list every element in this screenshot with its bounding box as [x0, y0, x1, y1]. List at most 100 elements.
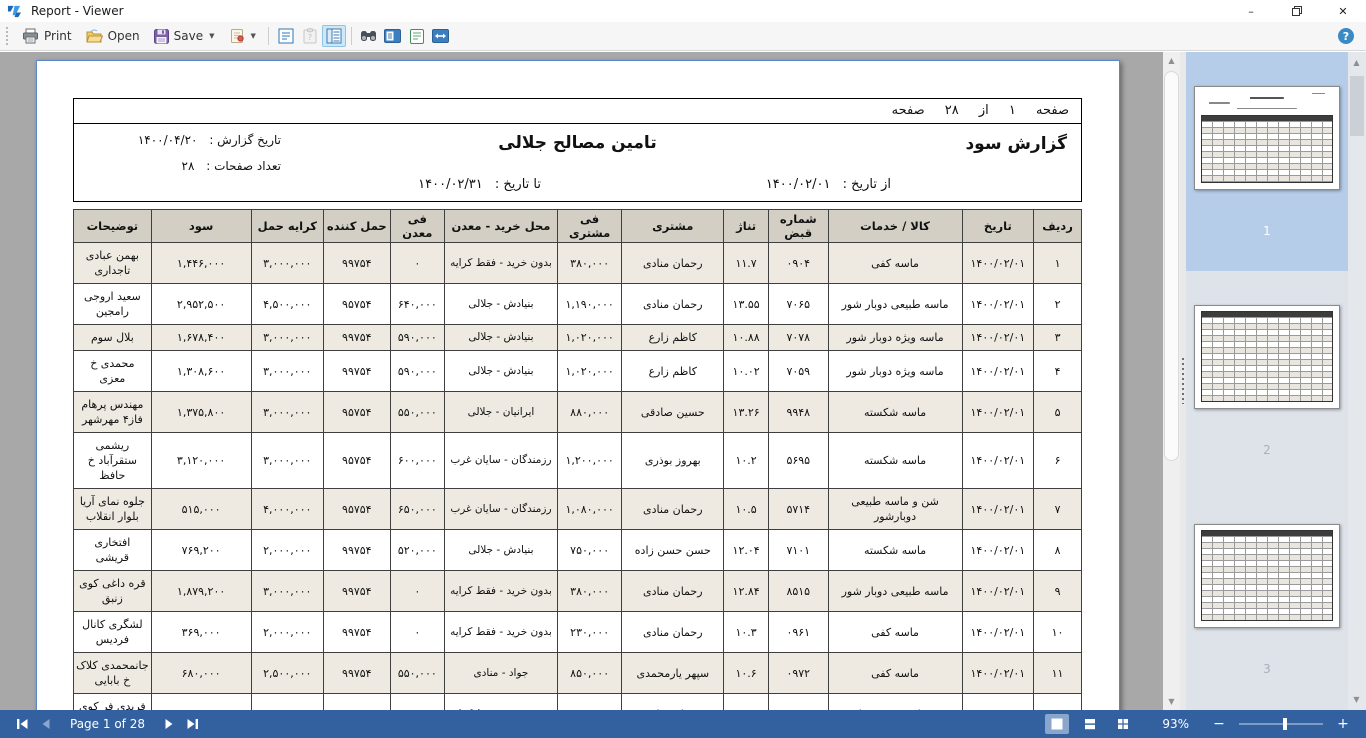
next-page-button[interactable]: [157, 714, 181, 734]
first-page-button[interactable]: [10, 714, 34, 734]
table-cell: ۷۰۷۸: [769, 325, 828, 351]
scrollbar-thumb[interactable]: [1350, 76, 1364, 136]
bookmarks-panel-icon: [384, 29, 401, 43]
table-cell: ۱۴۰۰/۰۲/۰۱: [962, 284, 1034, 325]
single-page-view-button[interactable]: [405, 25, 429, 47]
thumbnail-page-3[interactable]: 3: [1186, 490, 1348, 709]
view-continuous-button[interactable]: [1078, 714, 1102, 734]
table-cell: ۸۵۱۵: [769, 571, 828, 612]
scrollbar-thumb[interactable]: [1164, 71, 1179, 461]
table-cell: ۱۰.۲: [724, 433, 769, 489]
table-cell: ۱۱.۲۶: [724, 694, 769, 711]
scroll-down-icon[interactable]: ▼: [1348, 691, 1365, 708]
app-logo-icon: [7, 4, 22, 19]
page-width-button[interactable]: [429, 25, 453, 47]
parameters-button[interactable]: [274, 25, 298, 47]
thumbnail-mini-table: [1201, 530, 1334, 622]
save-dropdown-caret-icon[interactable]: ▼: [209, 32, 214, 40]
table-cell: ماسه کفی: [828, 612, 962, 653]
table-row: ۵۱۴۰۰/۰۲/۰۱ماسه شکسته۹۹۴۸۱۳.۲۶حسین صادقی…: [74, 392, 1082, 433]
page-number-header: صفحه ۱ از ۲۸ صفحه: [73, 98, 1082, 124]
thumbnail-page-2[interactable]: 2: [1186, 271, 1348, 490]
table-cell: ۱۳.۵۵: [724, 284, 769, 325]
prev-page-button[interactable]: [34, 714, 58, 734]
minimize-button[interactable]: –: [1228, 0, 1274, 22]
table-cell: ۱۳.۲۶: [724, 392, 769, 433]
save-icon: [154, 29, 169, 44]
thumbnail-mini-table: [1201, 311, 1334, 403]
table-cell: ۱۴۰۰/۰۲/۰۱: [962, 392, 1034, 433]
table-cell: ایرانیان - جلالی: [445, 392, 558, 433]
zoom-slider-thumb[interactable]: [1283, 718, 1287, 730]
table-cell: بهروز بوذری: [622, 433, 724, 489]
thumbnail-preview[interactable]: [1194, 86, 1340, 190]
from-date-label: از تاریخ :: [843, 177, 891, 192]
report-page: صفحه ۱ از ۲۸ صفحه گزارش سود تامین مصالح …: [36, 60, 1120, 710]
table-cell: ۴: [1034, 351, 1082, 392]
thumbnails-scrollbar[interactable]: ▲ ▼: [1348, 52, 1366, 710]
column-header: سود: [151, 210, 251, 243]
column-header: مشتری: [622, 210, 724, 243]
document-vertical-scrollbar[interactable]: ▲ ▼: [1163, 52, 1180, 710]
table-cell: ۸۸۰,۰۰۰: [557, 392, 622, 433]
table-cell: حسن حسن زاده: [622, 530, 724, 571]
zoom-slider[interactable]: [1239, 723, 1323, 725]
column-header: ردیف: [1034, 210, 1082, 243]
open-button[interactable]: Open: [79, 25, 147, 47]
printer-icon: [22, 28, 39, 44]
table-cell: ۳,۰۰۰,۰۰۰: [251, 243, 324, 284]
thumbnails-panel-button[interactable]: [322, 25, 346, 47]
table-cell: رحمان منادی: [622, 284, 724, 325]
table-cell: ۳,۰۰۰,۰۰۰: [251, 325, 324, 351]
prev-page-icon: [41, 718, 51, 730]
page-setup-caret-icon[interactable]: ▼: [251, 32, 256, 40]
toolbar-grip[interactable]: [6, 27, 9, 45]
table-cell: محمدی خ معزی: [74, 351, 152, 392]
page-setup-button[interactable]: ▼: [222, 25, 263, 47]
restore-button[interactable]: [1274, 0, 1320, 22]
print-button[interactable]: Print: [15, 25, 79, 47]
table-cell: بدون خرید - فقط کرایه: [445, 612, 558, 653]
last-page-button[interactable]: [181, 714, 205, 734]
report-viewer-window: Report - Viewer – ✕ Print: [0, 0, 1366, 738]
bookmarks-panel-button[interactable]: [381, 25, 405, 47]
table-cell: ۵۱۵,۰۰۰: [151, 489, 251, 530]
parameters-icon: [278, 28, 294, 44]
thumbnail-number: 1: [1263, 224, 1271, 238]
thumbnail-preview[interactable]: [1194, 305, 1340, 409]
table-cell: ماسه طبیعی دوبار شور: [828, 284, 962, 325]
scroll-up-icon[interactable]: ▲: [1348, 54, 1365, 71]
help-button[interactable]: ?: [1338, 28, 1354, 44]
page-count-label: تعداد صفحات :: [206, 159, 281, 173]
find-button[interactable]: [357, 25, 381, 47]
view-single-page-button[interactable]: [1045, 714, 1069, 734]
next-page-icon: [164, 718, 174, 730]
thumbnail-page-1[interactable]: 1: [1186, 52, 1348, 271]
zoom-in-button[interactable]: +: [1336, 716, 1350, 732]
table-cell: ۱۴۰۰/۰۲/۰۱: [962, 351, 1034, 392]
table-cell: ۲,۰۰۰,۰۰۰: [251, 530, 324, 571]
table-cell: ۵۲۰,۰۰۰: [390, 530, 444, 571]
scroll-up-icon[interactable]: ▲: [1163, 52, 1180, 69]
table-cell: ۱۴۰۰/۰۲/۰۱: [962, 571, 1034, 612]
table-cell: ۱: [1034, 243, 1082, 284]
find-icon: [360, 29, 377, 43]
report-page-content: صفحه ۱ از ۲۸ صفحه گزارش سود تامین مصالح …: [73, 98, 1082, 710]
save-button[interactable]: Save ▼: [147, 26, 222, 47]
table-row: ۹۱۴۰۰/۰۲/۰۱ماسه طبیعی دوبار شور۸۵۱۵۱۲.۸۴…: [74, 571, 1082, 612]
zoom-out-button[interactable]: −: [1212, 716, 1226, 732]
table-cell: ۲۳۰,۰۰۰: [557, 612, 622, 653]
table-cell: ۱,۳۷۵,۸۰۰: [151, 392, 251, 433]
thumbnail-preview[interactable]: [1194, 524, 1340, 628]
table-header-row: ردیفتاریخکالا / خدماتشماره قبضتناژمشتریف…: [74, 210, 1082, 243]
table-cell: ۰۹۷۲: [769, 653, 828, 694]
scroll-down-icon[interactable]: ▼: [1163, 693, 1180, 710]
table-cell: ۱,۱۹۰,۰۰۰: [557, 284, 622, 325]
page-setup-icon: [229, 28, 245, 44]
table-cell: ۱,۰۲۰,۰۰۰: [557, 325, 622, 351]
table-cell: ۳۸۰,۰۰۰: [557, 571, 622, 612]
close-button[interactable]: ✕: [1320, 0, 1366, 22]
table-cell: ۳,۰۰۰,۰۰۰: [251, 392, 324, 433]
table-cell: ۱,۲۰۰,۰۰۰: [557, 433, 622, 489]
view-multiple-button[interactable]: [1111, 714, 1135, 734]
